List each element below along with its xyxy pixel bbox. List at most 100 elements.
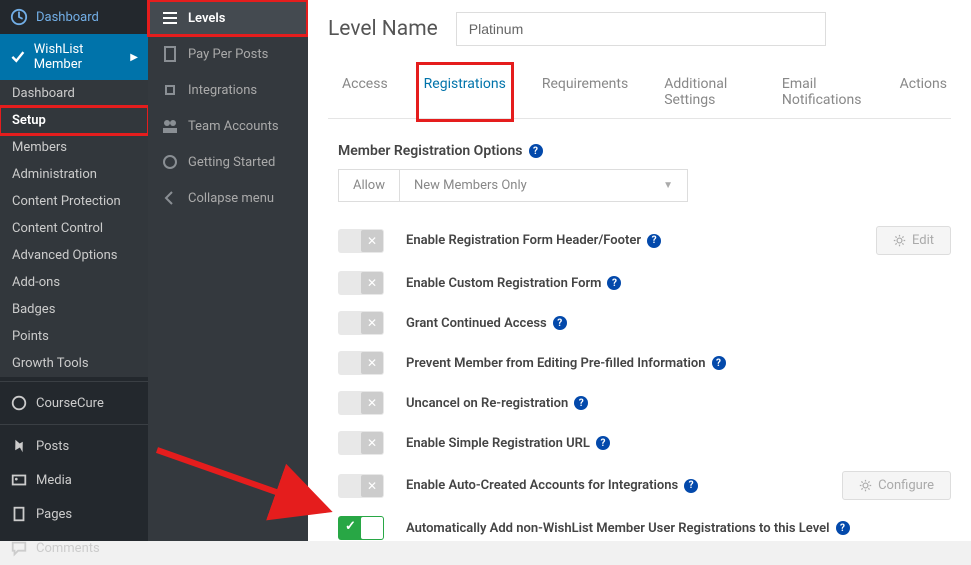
sidebar-wlm[interactable]: WishList Member ▶ — [0, 34, 148, 80]
toggle[interactable] — [338, 516, 384, 540]
wlm-item-team-accounts[interactable]: Team Accounts — [148, 108, 308, 144]
help-icon[interactable]: ? — [684, 479, 698, 493]
main-content: Level Name Access Registrations Requirem… — [308, 0, 971, 541]
sidebar-wlm-label: WishList Member — [34, 42, 123, 72]
sidebar-sub-points[interactable]: Points — [0, 323, 148, 350]
option-label: Uncancel on Re-registration? — [406, 396, 951, 411]
comment-icon — [10, 539, 28, 557]
help-icon[interactable]: ? — [553, 316, 567, 330]
help-icon[interactable]: ? — [712, 356, 726, 370]
sidebar-sub-dashboard[interactable]: Dashboard — [0, 80, 148, 107]
sidebar-comments-label: Comments — [36, 541, 100, 556]
option-row: Automatically Add non-WishList Member Us… — [338, 516, 951, 540]
option-row: ✕ Enable Custom Registration Form? — [338, 271, 951, 295]
chevron-down-icon: ▼ — [663, 180, 673, 191]
option-label: Automatically Add non-WishList Member Us… — [406, 521, 951, 536]
sidebar-media-label: Media — [36, 473, 72, 488]
wlm-item-pay-per-posts[interactable]: Pay Per Posts — [148, 36, 308, 72]
help-icon[interactable]: ? — [607, 276, 621, 290]
gear-icon — [859, 479, 872, 492]
tabs: Access Registrations Requirements Additi… — [328, 66, 951, 119]
allow-label: Allow — [339, 170, 400, 201]
toggle[interactable]: ✕ — [338, 311, 384, 335]
dashboard-icon — [10, 8, 28, 26]
edit-button[interactable]: Edit — [876, 226, 951, 255]
option-label: Enable Custom Registration Form? — [406, 276, 951, 291]
wlm-item-label: Integrations — [188, 83, 257, 98]
configure-button[interactable]: Configure — [842, 471, 951, 500]
sidebar-dashboard[interactable]: Dashboard — [0, 0, 148, 34]
option-row: ✕ Uncancel on Re-registration? — [338, 391, 951, 415]
tab-actions[interactable]: Actions — [896, 66, 951, 118]
sidebar-sub-setup[interactable]: Setup — [0, 107, 148, 134]
wlm-item-levels[interactable]: Levels — [148, 0, 308, 36]
users-icon — [162, 118, 178, 134]
wlm-item-collapse[interactable]: Collapse menu — [148, 180, 308, 216]
option-label: Enable Simple Registration URL? — [406, 436, 951, 451]
option-label: Enable Registration Form Header/Footer? — [406, 233, 854, 248]
level-name-label: Level Name — [328, 17, 438, 41]
option-label: Prevent Member from Editing Pre-filled I… — [406, 356, 951, 371]
option-row: ✕ Enable Registration Form Header/Footer?… — [338, 226, 951, 255]
media-icon — [10, 471, 28, 489]
wlm-submenu: Levels Pay Per Posts Integrations Team A… — [148, 0, 308, 541]
wp-admin-sidebar: Dashboard WishList Member ▶ Dashboard Se… — [0, 0, 148, 541]
wlm-item-label: Levels — [188, 11, 225, 26]
pin-icon — [10, 437, 28, 455]
help-icon[interactable]: ? — [836, 521, 850, 535]
option-label: Grant Continued Access? — [406, 316, 951, 331]
rocket-icon — [162, 154, 178, 170]
sidebar-pages[interactable]: Pages — [0, 497, 148, 531]
wlm-item-label: Pay Per Posts — [188, 47, 268, 62]
option-row: ✕ Prevent Member from Editing Pre-filled … — [338, 351, 951, 375]
toggle[interactable]: ✕ — [338, 351, 384, 375]
chevron-right-icon: ▶ — [130, 52, 138, 63]
tab-requirements[interactable]: Requirements — [538, 66, 632, 118]
sidebar-sub-administration[interactable]: Administration — [0, 161, 148, 188]
option-label: Enable Auto-Created Accounts for Integra… — [406, 478, 820, 493]
toggle[interactable]: ✕ — [338, 474, 384, 498]
sidebar-pages-label: Pages — [36, 507, 72, 522]
tab-registrations[interactable]: Registrations — [420, 66, 510, 118]
document-icon — [162, 46, 178, 62]
level-name-input[interactable] — [456, 12, 826, 46]
sidebar-media[interactable]: Media — [0, 463, 148, 497]
help-icon[interactable]: ? — [647, 234, 661, 248]
option-row: ✕ Grant Continued Access? — [338, 311, 951, 335]
sidebar-posts-label: Posts — [36, 439, 69, 454]
toggle[interactable]: ✕ — [338, 391, 384, 415]
sidebar-sub-badges[interactable]: Badges — [0, 296, 148, 323]
sidebar-sub-addons[interactable]: Add-ons — [0, 269, 148, 296]
toggle[interactable]: ✕ — [338, 271, 384, 295]
check-icon — [10, 48, 26, 66]
allow-select[interactable]: Allow New Members Only ▼ — [338, 169, 688, 202]
tab-additional-settings[interactable]: Additional Settings — [660, 66, 750, 118]
sidebar-sub-content-protection[interactable]: Content Protection — [0, 188, 148, 215]
wlm-item-integrations[interactable]: Integrations — [148, 72, 308, 108]
sidebar-sub-growth-tools[interactable]: Growth Tools — [0, 350, 148, 377]
sidebar-sub-content-control[interactable]: Content Control — [0, 215, 148, 242]
wlm-item-getting-started[interactable]: Getting Started — [148, 144, 308, 180]
circle-icon — [10, 394, 28, 412]
list-icon — [162, 10, 178, 26]
wlm-item-label: Getting Started — [188, 155, 275, 170]
gear-icon — [893, 234, 906, 247]
sidebar-posts[interactable]: Posts — [0, 429, 148, 463]
toggle[interactable]: ✕ — [338, 431, 384, 455]
tab-email-notifications[interactable]: Email Notifications — [778, 66, 868, 118]
tab-access[interactable]: Access — [338, 66, 392, 118]
sidebar-sub-advanced-options[interactable]: Advanced Options — [0, 242, 148, 269]
toggle[interactable]: ✕ — [338, 229, 384, 253]
allow-value: New Members Only — [414, 178, 527, 193]
sidebar-comments[interactable]: Comments — [0, 531, 148, 565]
sidebar-coursecure[interactable]: CourseCure — [0, 386, 148, 420]
help-icon[interactable]: ? — [574, 396, 588, 410]
wlm-item-label: Team Accounts — [188, 119, 279, 134]
help-icon[interactable]: ? — [529, 144, 543, 158]
sidebar-coursecure-label: CourseCure — [36, 396, 104, 411]
chevron-left-icon — [162, 190, 178, 206]
sidebar-sub-members[interactable]: Members — [0, 134, 148, 161]
help-icon[interactable]: ? — [596, 436, 610, 450]
section-title: Member Registration Options ? — [338, 143, 951, 159]
page-icon — [10, 505, 28, 523]
